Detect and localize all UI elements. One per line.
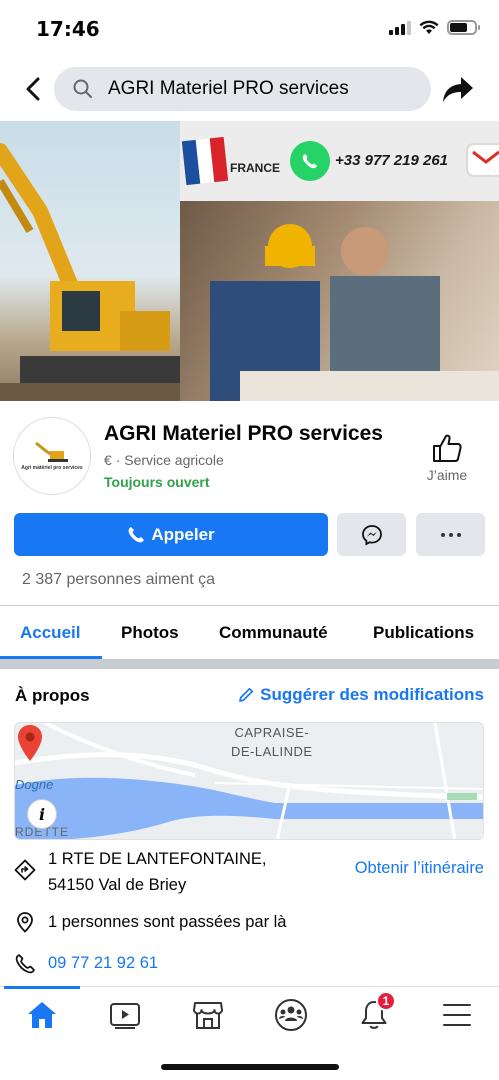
map-town-label-line2: DE-LALINDE [231,744,313,759]
nav-groups[interactable] [271,997,311,1033]
tab-accueil[interactable]: Accueil [20,623,80,643]
like-button[interactable]: J’aime [417,433,477,483]
thumbs-up-icon [433,434,462,462]
page-category: € · Service agricole [104,452,224,468]
map-river-label: Dogne [15,777,54,792]
france-flag-icon [181,136,229,186]
search-query: AGRI Materiel PRO services [108,78,349,99]
active-nav-indicator [4,986,80,989]
nav-menu[interactable] [437,997,477,1033]
status-icons [389,20,480,35]
cover-photo[interactable]: FRANCE +33 977 219 261 [0,121,499,401]
map-pin-icon [18,725,42,761]
home-indicator [161,1064,339,1070]
cover-country-label: FRANCE [230,161,280,175]
search-icon [73,79,92,98]
nav-home[interactable] [22,997,62,1033]
location-pin-icon [17,912,33,933]
dot [456,532,461,537]
suggest-edits-label: Suggérer des modifications [260,685,484,704]
suggest-edits-link[interactable]: Suggérer des modifications [237,685,484,705]
back-button[interactable] [18,74,48,104]
likes-count: 2 387 personnes aiment ça [22,571,216,588]
status-time: 17:46 [36,17,100,41]
more-options-button[interactable] [416,513,485,556]
address-line1: 1 RTE DE LANTEFONTAINE, [48,850,267,868]
call-button-label: Appeler [151,524,215,544]
avatar[interactable]: Agri matériel pro services [13,417,91,495]
search-header: AGRI Materiel PRO services [0,66,499,112]
signal-icon [389,20,411,35]
address-line2: 54150 Val de Briey [48,876,187,894]
whatsapp-icon [290,141,330,181]
location-map[interactable]: CAPRAISE- DE-LALINDE Dogne RDETTE i [14,722,484,840]
nav-marketplace[interactable] [188,997,228,1033]
map-town-label: CAPRAISE- DE-LALINDE [231,723,313,761]
like-label: J’aime [426,467,468,483]
page-profile: Agri matériel pro services AGRI Materiel… [0,401,499,511]
pencil-icon [239,687,254,702]
messenger-button[interactable] [337,513,406,556]
tab-communaute[interactable]: Communauté [219,623,328,643]
dot [448,532,453,537]
phone-outline-icon [15,954,35,974]
checkins-text: 1 personnes sont passées par là [48,913,287,931]
messenger-icon [361,524,382,546]
menu-icon [443,1004,471,1026]
cover-phone-label: +33 977 219 261 [335,152,449,169]
get-directions-link[interactable]: Obtenir l’itinéraire [355,859,484,878]
battery-icon [447,20,480,35]
search-input[interactable]: AGRI Materiel PRO services [54,67,431,111]
groups-icon [275,999,307,1031]
map-town-label-line1: CAPRAISE- [234,725,310,740]
mail-icon [466,143,499,177]
phone-icon [128,526,145,542]
video-icon [110,1003,140,1029]
nav-watch[interactable] [105,997,145,1033]
directions-icon [14,859,36,881]
phone-number-link[interactable]: 09 77 21 92 61 [48,950,158,976]
nav-notifications[interactable]: 1 [354,991,396,1033]
cover-excavator-image [0,121,180,401]
map-info-icon[interactable]: i [27,799,57,829]
page-title: AGRI Materiel PRO services [104,422,383,445]
notification-badge: 1 [376,991,396,1011]
avatar-caption: Agri matériel pro services [21,465,83,471]
cover-workers-image [180,201,499,401]
call-button[interactable]: Appeler [14,513,328,556]
address-text: 1 RTE DE LANTEFONTAINE, 54150 Val de Bri… [48,846,267,898]
chevron-left-icon [26,77,40,101]
dot [440,532,445,537]
excavator-logo-icon [35,441,68,462]
open-status: Toujours ouvert [104,474,210,490]
tab-photos[interactable]: Photos [121,623,179,643]
tab-publications[interactable]: Publications [373,623,474,643]
share-icon[interactable] [441,74,475,104]
status-bar: 17:46 [0,0,499,58]
about-title: À propos [15,686,90,705]
page-tabs: Accueil Photos Communauté Publications [0,606,499,659]
section-separator [0,659,499,669]
marketplace-icon [193,1002,223,1029]
home-icon [28,1002,56,1028]
wifi-icon [419,20,439,34]
